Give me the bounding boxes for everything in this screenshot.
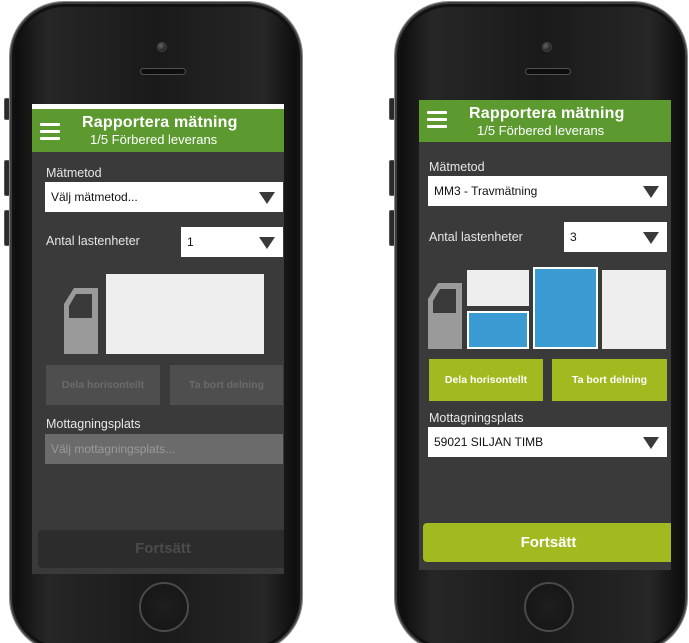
app-screen-step1-filled: Rapportera mätning 1/5 Förbered leverans… <box>419 100 671 570</box>
reception-point-select[interactable]: 59021 SILJAN TIMB <box>428 427 667 457</box>
measure-method-label: Mätmetod <box>46 166 102 180</box>
truck-cab-icon <box>428 283 462 349</box>
measure-method-label: Mätmetod <box>429 160 485 174</box>
measure-method-value: MM3 - Travmätning <box>434 184 538 198</box>
continue-button[interactable]: Fortsätt <box>423 523 671 562</box>
caret-down-icon <box>643 232 659 244</box>
load-unit-1-bottom-selected[interactable] <box>467 311 529 349</box>
truck-cab-shape <box>64 288 98 354</box>
caret-down-icon <box>643 437 659 449</box>
continue-button[interactable]: Fortsätt <box>38 530 284 568</box>
home-button[interactable] <box>139 582 189 632</box>
step-indicator: 1/5 Förbered leverans <box>477 123 605 138</box>
load-units-value: 3 <box>570 230 577 244</box>
hamburger-icon[interactable] <box>40 123 60 141</box>
reception-point-label: Mottagningsplats <box>429 411 524 425</box>
hamburger-icon[interactable] <box>427 111 447 129</box>
load-units-label: Antal lastenheter <box>429 230 523 244</box>
truck-cab-shape <box>428 283 462 349</box>
remove-split-button[interactable]: Ta bort delning <box>170 365 283 405</box>
load-units-value: 1 <box>187 235 194 249</box>
app-screen-step1-empty: Rapportera mätning 1/5 Förbered leverans… <box>32 104 284 574</box>
phone-mockup-left: Rapportera mätning 1/5 Förbered leverans… <box>4 0 306 643</box>
earpiece-speaker <box>140 68 186 75</box>
reception-point-label: Mottagningsplats <box>46 417 141 431</box>
app-header: Rapportera mätning 1/5 Förbered leverans <box>419 100 671 142</box>
home-button[interactable] <box>524 582 574 632</box>
load-unit-1[interactable] <box>106 274 264 354</box>
reception-point-value: 59021 SILJAN TIMB <box>434 435 544 449</box>
load-unit-2-selected[interactable] <box>533 267 598 349</box>
measure-method-select[interactable]: Välj mätmetod... <box>45 182 283 212</box>
load-unit-1-top[interactable] <box>467 270 529 306</box>
phone-mockup-right: Rapportera mätning 1/5 Förbered leverans… <box>389 0 689 643</box>
truck-cab-icon <box>64 288 98 354</box>
split-horizontal-button[interactable]: Dela horisontellt <box>429 359 543 401</box>
step-indicator: 1/5 Förbered leverans <box>90 132 218 147</box>
measure-method-select[interactable]: MM3 - Travmätning <box>428 176 667 206</box>
load-units-select[interactable]: 1 <box>181 227 283 257</box>
caret-down-icon <box>259 237 275 249</box>
load-units-select[interactable]: 3 <box>564 222 667 252</box>
app-header: Rapportera mätning 1/5 Förbered leverans <box>32 104 284 152</box>
caret-down-icon <box>643 186 659 198</box>
front-camera <box>542 42 552 52</box>
page-title: Rapportera mätning <box>469 105 625 122</box>
reception-point-placeholder: Välj mottagningsplats... <box>51 442 176 456</box>
measure-method-value: Välj mätmetod... <box>51 190 138 204</box>
remove-split-button[interactable]: Ta bort delning <box>552 359 667 401</box>
earpiece-speaker <box>525 68 571 75</box>
load-unit-3[interactable] <box>602 270 666 349</box>
caret-down-icon <box>259 192 275 204</box>
load-units-label: Antal lastenheter <box>46 234 140 248</box>
split-horizontal-button[interactable]: Dela horisontellt <box>46 365 160 405</box>
front-camera <box>157 42 167 52</box>
reception-point-select[interactable]: Välj mottagningsplats... <box>45 434 283 464</box>
page-title: Rapportera mätning <box>82 114 238 131</box>
